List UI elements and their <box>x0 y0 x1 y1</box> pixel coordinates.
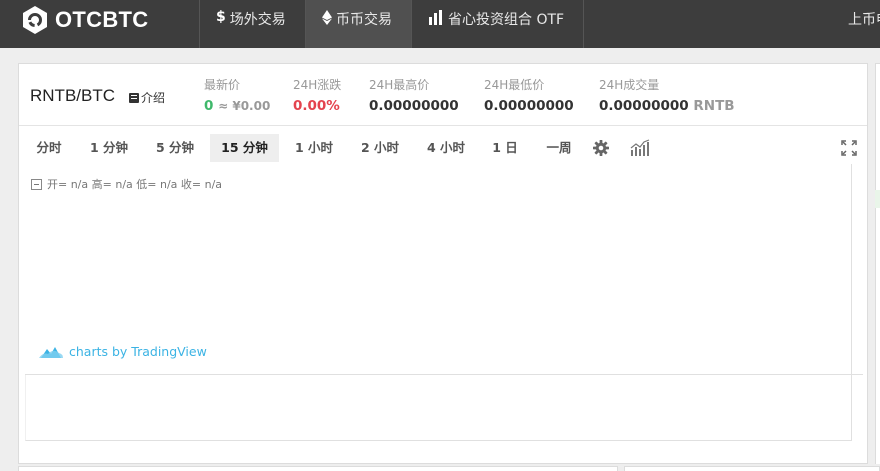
tradingview-brand-label: charts by TradingView <box>69 344 207 359</box>
nav-item-label: 省心投资组合 OTF <box>448 12 565 28</box>
nav-right-link[interactable]: 上币申请 <box>848 9 880 29</box>
bar-chart-icon <box>428 9 444 29</box>
stat-value: 0.00000000 <box>484 98 574 114</box>
latest-price: 0 <box>204 98 214 114</box>
nav-item-otf[interactable]: 省心投资组合 OTF <box>411 0 584 48</box>
stat-low: 24H最低价 0.00000000 <box>484 76 574 114</box>
stat-high: 24H最高价 0.00000000 <box>369 76 459 114</box>
side-panel-highlight <box>875 190 880 208</box>
timeframe-realtime[interactable]: 分时 <box>27 134 71 162</box>
stat-value: 0.00% <box>293 98 340 114</box>
volume-unit: RNTB <box>693 98 735 114</box>
dollar-icon: $ <box>216 9 226 25</box>
ticker-bar: RNTB/BTC 介绍 最新价 0 ≈ ¥0.00 24H涨跌 0.00% 24… <box>19 64 867 126</box>
trading-panel: RNTB/BTC 介绍 最新价 0 ≈ ¥0.00 24H涨跌 0.00% 24… <box>18 63 868 464</box>
stat-label: 24H成交量 <box>599 78 660 92</box>
stat-label: 24H最高价 <box>369 78 430 92</box>
tradingview-brand[interactable]: charts by TradingView <box>39 344 207 359</box>
top-nav: OTCBTC $ 场外交易 币币交易 省心投资组合 OTF 上币申请 <box>0 0 880 48</box>
gear-icon[interactable] <box>592 139 610 157</box>
intro-link[interactable]: 介绍 <box>129 89 165 106</box>
bottom-panel-left <box>18 466 618 471</box>
side-panel <box>875 63 880 464</box>
stat-change: 24H涨跌 0.00% <box>293 76 341 114</box>
timeframe-4h[interactable]: 4 小时 <box>417 134 475 162</box>
collapse-icon[interactable] <box>31 178 42 190</box>
timeframe-5m[interactable]: 5 分钟 <box>145 134 205 162</box>
ohlc-legend: 开= n/a 高= n/a 低= n/a 收= n/a <box>31 176 222 192</box>
timeframe-1w[interactable]: 一周 <box>535 134 583 162</box>
ethereum-icon <box>322 9 332 29</box>
otcbtc-logo-icon <box>23 6 47 34</box>
timeframe-1h[interactable]: 1 小时 <box>285 134 343 162</box>
logo[interactable]: OTCBTC <box>20 4 148 36</box>
timeframe-1d[interactable]: 1 日 <box>485 134 525 162</box>
stat-volume: 24H成交量 0.00000000 RNTB <box>599 76 735 114</box>
stat-label: 24H涨跌 <box>293 78 342 92</box>
stat-label: 最新价 <box>204 78 241 92</box>
fullscreen-icon[interactable] <box>841 139 857 157</box>
stat-value: 0.00000000 <box>369 98 459 114</box>
volume-pane[interactable] <box>25 375 852 441</box>
nav-item-label: 场外交易 <box>229 12 286 28</box>
nav-item-label: 币币交易 <box>336 12 392 28</box>
intro-label: 介绍 <box>141 91 166 105</box>
indicators-icon[interactable] <box>630 139 650 157</box>
timeframe-2h[interactable]: 2 小时 <box>351 134 409 162</box>
bottom-panel-right <box>624 466 880 471</box>
stat-label: 24H最低价 <box>484 78 545 92</box>
timeframe-1m[interactable]: 1 分钟 <box>79 134 139 162</box>
tradingview-cloud-icon <box>39 346 63 358</box>
timeframe-15m[interactable]: 15 分钟 <box>210 134 279 162</box>
nav-item-otc[interactable]: $ 场外交易 <box>199 0 305 48</box>
chart-toolbar: 分时 1 分钟 5 分钟 15 分钟 1 小时 2 小时 4 小时 1 日 一周 <box>19 134 867 164</box>
ohlc-values: 开= n/a 高= n/a 低= n/a 收= n/a <box>47 178 223 191</box>
book-icon <box>129 92 139 103</box>
latest-price-cny: ≈ ¥0.00 <box>218 99 271 113</box>
logo-text: OTCBTC <box>55 7 149 32</box>
stat-value: 0.00000000 RNTB <box>599 98 735 114</box>
nav-item-exchange[interactable]: 币币交易 <box>305 0 411 48</box>
trading-pair: RNTB/BTC <box>30 86 115 105</box>
stat-latest: 最新价 0 ≈ ¥0.00 <box>204 76 270 114</box>
stat-value: 0 ≈ ¥0.00 <box>204 98 270 114</box>
volume-value: 0.00000000 <box>599 98 689 114</box>
